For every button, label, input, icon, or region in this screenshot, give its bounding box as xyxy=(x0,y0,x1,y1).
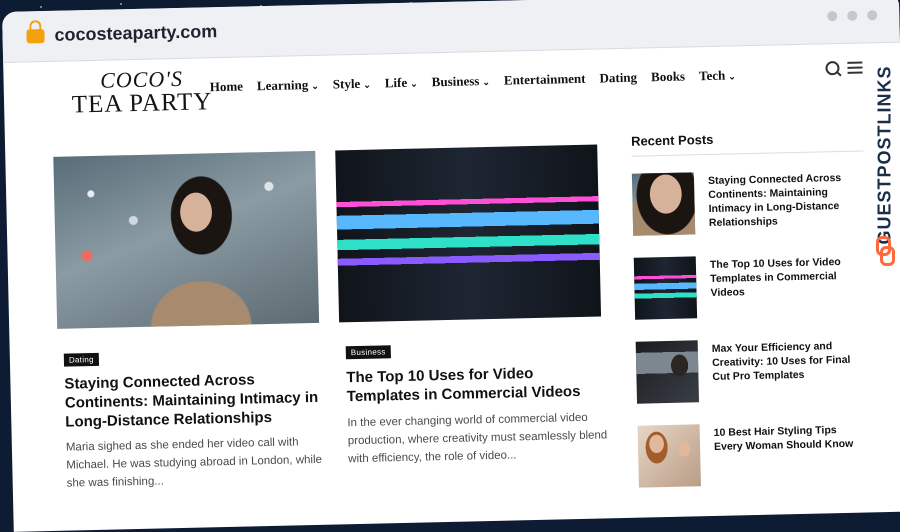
nav-item-tech[interactable]: Tech ⌄ xyxy=(699,67,736,84)
chain-link-icon xyxy=(876,236,895,266)
recent-post-thumbnail[interactable] xyxy=(631,172,696,236)
recent-post-thumbnail[interactable] xyxy=(635,340,700,404)
window-dot-icon[interactable] xyxy=(827,11,838,22)
category-tag[interactable]: Business xyxy=(345,345,391,360)
recent-posts-heading: Recent Posts xyxy=(630,131,714,149)
featured-post-1[interactable]: Dating Staying Connected Across Continen… xyxy=(53,150,330,490)
watermark-text: GUESTPOSTLINKS xyxy=(874,65,895,245)
recent-post-title[interactable]: The Top 10 Uses for Video Templates in C… xyxy=(710,255,863,300)
window-controls xyxy=(827,10,878,22)
hamburger-menu-icon[interactable] xyxy=(847,61,863,76)
nav-item-learning[interactable]: Learning ⌄ xyxy=(257,77,319,94)
category-tag[interactable]: Dating xyxy=(63,352,99,367)
recent-post-thumbnail[interactable] xyxy=(637,424,701,488)
chevron-down-icon: ⌄ xyxy=(728,71,736,82)
featured-image-video-editing[interactable] xyxy=(335,144,602,323)
post-title[interactable]: The Top 10 Uses for Video Templates in C… xyxy=(346,362,609,406)
chevron-down-icon: ⌄ xyxy=(311,80,319,92)
featured-image-woman[interactable] xyxy=(53,150,320,329)
browser-window: cocosteaparty.com COCO'S TEA PARTY Home … xyxy=(2,0,900,532)
post-excerpt: In the ever changing world of commercial… xyxy=(347,411,608,466)
chevron-down-icon: ⌄ xyxy=(363,79,371,90)
site-logo[interactable]: COCO'S TEA PARTY xyxy=(61,66,222,119)
recent-post-thumbnail[interactable] xyxy=(633,256,698,320)
divider xyxy=(631,150,864,157)
nav-item-dating[interactable]: Dating xyxy=(599,70,637,87)
nav-item-business[interactable]: Business ⌄ xyxy=(432,73,491,90)
window-dot-icon[interactable] xyxy=(867,10,878,21)
main-nav: Home Learning ⌄ Style ⌄ Life ⌄ Business ⌄ En… xyxy=(210,67,736,95)
recent-post-item[interactable]: The Top 10 Uses for Video Templates in C… xyxy=(633,252,871,323)
url-text[interactable]: cocosteaparty.com xyxy=(54,21,217,46)
featured-post-2[interactable]: Business The Top 10 Uses for Video Templ… xyxy=(335,144,612,480)
window-dot-icon[interactable] xyxy=(847,10,858,21)
recent-post-item[interactable]: 10 Best Hair Styling Tips Every Woman Sh… xyxy=(637,420,875,491)
lock-icon xyxy=(26,29,45,44)
web-page: COCO'S TEA PARTY Home Learning ⌄ Style ⌄ L… xyxy=(3,42,900,532)
recent-post-title[interactable]: 10 Best Hair Styling Tips Every Woman Sh… xyxy=(714,423,867,454)
recent-post-item[interactable]: Max Your Efficiency and Creativity: 10 U… xyxy=(635,336,873,407)
nav-item-books[interactable]: Books xyxy=(651,69,685,86)
chevron-down-icon: ⌄ xyxy=(482,76,491,88)
recent-post-title[interactable]: Staying Connected Across Continents: Mai… xyxy=(708,171,861,230)
logo-line-2: TEA PARTY xyxy=(71,88,213,119)
chevron-down-icon: ⌄ xyxy=(410,78,418,89)
nav-item-home[interactable]: Home xyxy=(210,79,244,96)
post-title[interactable]: Staying Connected Across Continents: Mai… xyxy=(64,369,327,432)
nav-item-life[interactable]: Life ⌄ xyxy=(385,75,418,92)
recent-post-item[interactable]: Staying Connected Across Continents: Mai… xyxy=(631,168,869,239)
post-excerpt: Maria sighed as she ended her video call… xyxy=(65,436,323,490)
nav-item-style[interactable]: Style ⌄ xyxy=(333,76,371,93)
recent-post-title[interactable]: Max Your Efficiency and Creativity: 10 U… xyxy=(712,339,865,384)
nav-item-entertainment[interactable]: Entertainment xyxy=(504,71,586,89)
search-icon[interactable] xyxy=(825,61,840,76)
